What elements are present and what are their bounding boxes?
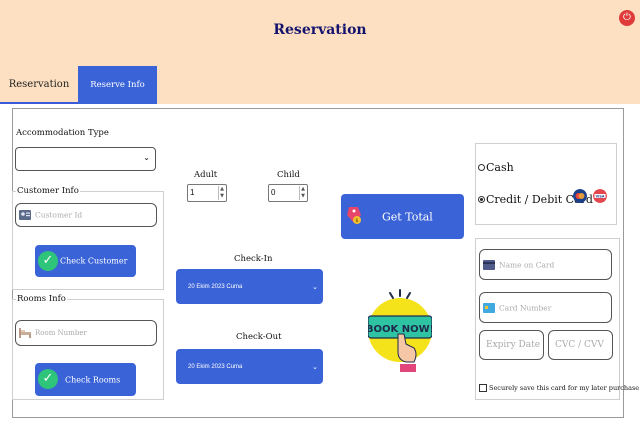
adult-stepper[interactable]: 1 ▲ ▼: [187, 184, 227, 202]
accommodation-type-select[interactable]: ⌄: [15, 147, 156, 171]
svg-text:VISA: VISA: [596, 194, 605, 198]
bed-icon: [19, 328, 31, 338]
cash-label: Cash: [486, 161, 514, 174]
child-value: 0: [271, 188, 276, 197]
check-out-date-picker[interactable]: 20 Ekim 2023 Cuma ⌄: [176, 349, 323, 384]
name-on-card-placeholder: Name on Card: [499, 260, 555, 269]
price-tag-icon: $: [347, 207, 361, 224]
visa-icon: VISA: [593, 189, 607, 203]
cvc-input[interactable]: CVC / CVV: [548, 330, 613, 360]
expiry-date-placeholder: Expiry Date: [486, 340, 541, 350]
get-total-button[interactable]: $ Get Total: [341, 194, 464, 239]
mastercard-icon: [573, 189, 587, 203]
spinner-arrows-icon[interactable]: ▲ ▼: [299, 186, 306, 200]
check-customer-label: Check Customer: [60, 256, 128, 266]
check-in-date-picker[interactable]: 20 Ekim 2023 Cuma ⌄: [176, 269, 323, 304]
check-circle-icon: ✓: [38, 369, 58, 389]
accommodation-type-label: Accommodation Type: [16, 128, 109, 138]
book-now-illustration: BOOK NOW!: [368, 289, 432, 372]
chevron-down-icon: ⌄: [143, 153, 150, 162]
credit-card-icon: [483, 303, 495, 313]
card-number-input[interactable]: Card Number: [479, 292, 612, 323]
credit-card-icon: [483, 260, 495, 270]
header-bar: Reservation ⏻: [0, 0, 640, 66]
room-number-placeholder: Room Number: [35, 329, 87, 337]
cvc-placeholder: CVC / CVV: [555, 340, 604, 350]
tab-reserve-info[interactable]: Reserve Info: [78, 66, 157, 104]
child-label: Child: [277, 170, 300, 180]
check-in-label: Check-In: [234, 254, 273, 264]
get-total-label: Get Total: [382, 210, 433, 223]
room-number-input[interactable]: Room Number: [15, 320, 157, 346]
book-now-text: BOOK NOW!: [368, 324, 432, 335]
check-rooms-label: Check Rooms: [65, 375, 121, 384]
adult-label: Adult: [194, 170, 218, 180]
child-stepper[interactable]: 0 ▲ ▼: [268, 184, 308, 202]
check-customer-button[interactable]: ✓ Check Customer: [35, 245, 136, 277]
rooms-info-legend: Rooms Info: [16, 294, 67, 304]
svg-text:$: $: [355, 218, 358, 224]
spinner-arrows-icon[interactable]: ▲ ▼: [218, 186, 225, 200]
check-circle-icon: ✓: [38, 251, 58, 271]
save-card-checkbox[interactable]: [479, 384, 487, 392]
id-card-icon: [19, 210, 31, 220]
check-out-label: Check-Out: [236, 332, 282, 342]
customer-id-input[interactable]: Customer Id: [15, 203, 157, 227]
customer-id-placeholder: Customer Id: [35, 210, 83, 220]
chevron-down-icon: ⌄: [312, 282, 318, 291]
check-out-value: 20 Ekim 2023 Cuma: [188, 363, 243, 370]
page-title: Reservation: [273, 22, 367, 38]
expiry-date-input[interactable]: Expiry Date: [479, 330, 544, 360]
adult-value: 1: [190, 188, 195, 197]
tab-bar: Reservation Reserve Info: [0, 66, 640, 104]
chevron-down-icon: ⌄: [312, 362, 318, 371]
check-rooms-button[interactable]: ✓ Check Rooms: [35, 363, 136, 396]
power-icon[interactable]: ⏻: [619, 10, 635, 26]
payment-method-group: [475, 143, 617, 225]
check-in-value: 20 Ekim 2023 Cuma: [188, 283, 243, 290]
customer-info-legend: Customer Info: [16, 186, 80, 196]
cash-radio[interactable]: [478, 164, 485, 171]
card-number-placeholder: Card Number: [499, 303, 552, 312]
name-on-card-input[interactable]: Name on Card: [479, 249, 612, 280]
tab-reservation[interactable]: Reservation: [0, 66, 78, 104]
save-card-label: Securely save this card for my later pur…: [489, 384, 640, 392]
card-radio[interactable]: [478, 196, 485, 203]
